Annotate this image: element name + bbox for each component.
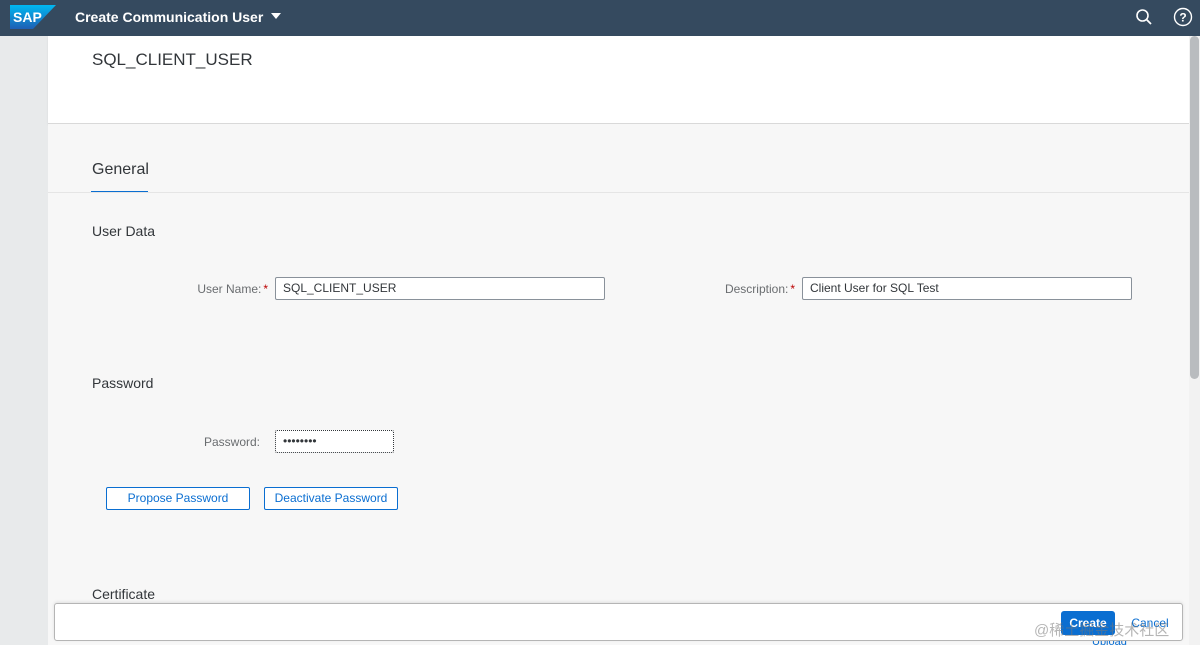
sap-logo[interactable]: SAP [10,5,56,29]
tab-general[interactable]: General [92,161,149,179]
section-title-user-data: User Data [92,223,156,239]
help-icon[interactable]: ? [1173,7,1193,27]
required-marker: * [790,282,795,296]
user-name-label: User Name: * [108,282,268,296]
description-label: Description: * [633,282,795,296]
password-label: Password: [203,435,260,449]
watermark: @稀土掘金技术社区 [1034,622,1170,639]
propose-password-button[interactable]: Propose Password [106,487,250,510]
password-input[interactable]: •••••••• [275,430,394,453]
required-marker: * [263,282,268,296]
shell-bar: SAP Create Communication User ? [0,0,1200,36]
user-name-label-text: User Name: [197,282,262,296]
page-title: SQL_CLIENT_USER [92,50,253,69]
svg-text:?: ? [1179,11,1186,25]
chevron-down-icon[interactable] [271,13,281,19]
footer-toolbar: Create Cancel [54,603,1183,641]
deactivate-password-button[interactable]: Deactivate Password [264,487,398,510]
logo-text: SAP [13,9,42,25]
object-page-content: General User Data User Name: * SQL_CLIENT… [48,124,1189,645]
user-name-input[interactable]: SQL_CLIENT_USER [275,277,605,300]
section-title-certificate: Certificate [92,586,156,602]
scrollbar-thumb[interactable] [1190,36,1199,379]
tabbar-divider [48,192,1189,193]
app-title[interactable]: Create Communication User [75,9,263,25]
object-header: SQL_CLIENT_USER [48,36,1189,124]
description-label-text: Description: [724,282,789,296]
description-input[interactable]: Client User for SQL Test [802,277,1132,300]
search-icon[interactable] [1135,8,1153,26]
section-title-password: Password [92,375,154,391]
left-gutter [0,36,48,645]
